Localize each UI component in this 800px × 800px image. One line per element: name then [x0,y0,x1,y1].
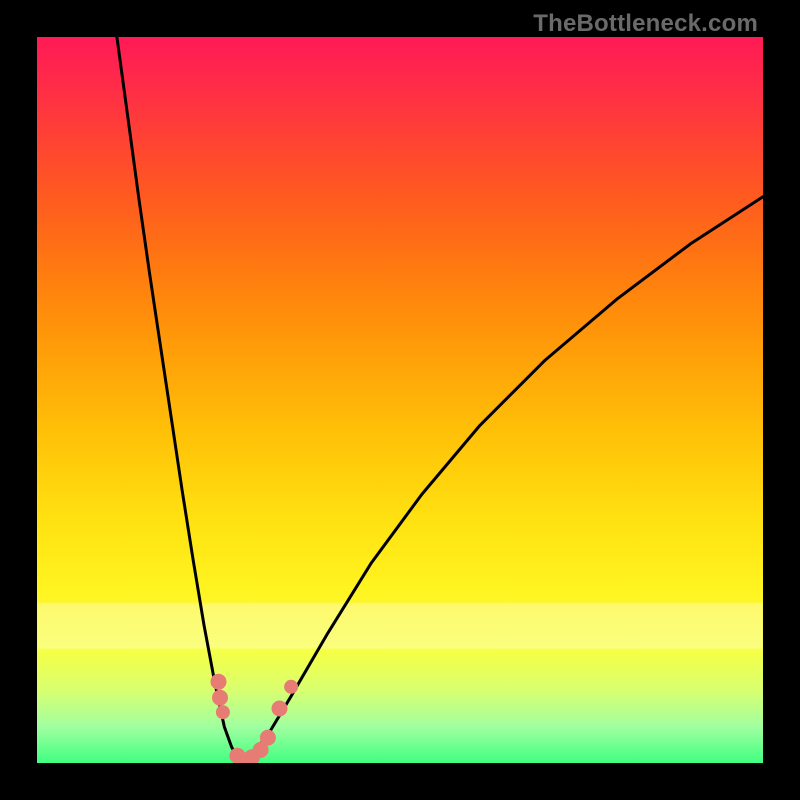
watermark-text: TheBottleneck.com [533,10,758,38]
plot-area [37,37,763,763]
curve-layer [37,37,763,763]
marker-group [211,674,299,763]
chart-frame: TheBottleneck.com [0,0,800,800]
data-marker [216,705,230,719]
data-marker [272,701,288,717]
right-branch-path [240,197,763,763]
data-marker [212,690,228,706]
left-branch-path [117,37,240,763]
data-marker [211,674,227,690]
data-marker [284,680,298,694]
data-marker [260,730,276,746]
